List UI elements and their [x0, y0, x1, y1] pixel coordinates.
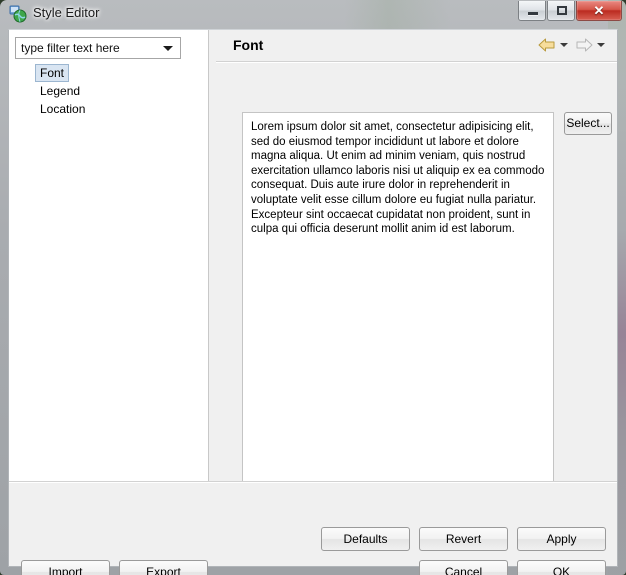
dialog-button-bar: Defaults Revert Apply Cancel OK Import E…	[9, 483, 617, 575]
font-preview-text: Lorem ipsum dolor sit amet, consectetur …	[251, 121, 545, 236]
back-arrow-icon[interactable]	[537, 37, 557, 53]
preference-tree[interactable]: Font Legend Location	[9, 64, 207, 118]
window-title: Style Editor	[33, 5, 100, 20]
select-font-button[interactable]: Select...	[564, 112, 612, 135]
ok-button[interactable]: OK	[517, 560, 606, 575]
tree-item-font[interactable]: Font	[9, 64, 207, 82]
filter-input-text[interactable]: type filter text here	[21, 41, 120, 55]
preference-page-panel: Font Lorem ipsum dolor sit amet, consect…	[216, 30, 617, 493]
filter-combo[interactable]: type filter text here	[15, 37, 181, 59]
minimize-button[interactable]	[518, 1, 546, 21]
back-history-caret-icon[interactable]	[560, 43, 568, 47]
minimize-icon	[528, 12, 538, 15]
close-button[interactable]: ✕	[576, 1, 622, 21]
history-navigation	[537, 37, 609, 53]
font-preview-box: Lorem ipsum dolor sit amet, consectetur …	[242, 112, 554, 493]
tree-item-legend[interactable]: Legend	[9, 82, 207, 100]
page-title: Font	[233, 37, 264, 53]
forward-arrow-icon	[574, 37, 594, 53]
application-window: Style Editor ✕ type filter text here Fon…	[0, 0, 626, 575]
defaults-button[interactable]: Defaults	[321, 527, 410, 551]
cancel-button[interactable]: Cancel	[419, 560, 508, 575]
export-button[interactable]: Export	[119, 560, 208, 575]
globe-icon	[9, 5, 27, 23]
tree-item-location[interactable]: Location	[9, 100, 207, 118]
tree-item-label: Legend	[40, 84, 81, 98]
forward-history-caret-icon[interactable]	[597, 43, 605, 47]
import-button[interactable]: Import	[21, 560, 110, 575]
maximize-icon	[557, 6, 567, 15]
window-controls: ✕	[517, 1, 622, 23]
apply-button[interactable]: Apply	[517, 527, 606, 551]
tree-item-label: Location	[40, 102, 86, 116]
page-header: Font	[216, 30, 617, 61]
title-bar[interactable]: Style Editor ✕	[0, 0, 626, 29]
revert-button[interactable]: Revert	[419, 527, 508, 551]
maximize-button[interactable]	[547, 1, 575, 21]
close-icon: ✕	[593, 3, 605, 18]
dialog-client-area: type filter text here Font Legend Locati…	[8, 29, 618, 575]
chevron-down-icon[interactable]	[163, 46, 173, 51]
tree-item-label: Font	[35, 64, 70, 82]
font-page-body: Lorem ipsum dolor sit amet, consectetur …	[216, 63, 617, 493]
preference-tree-panel: type filter text here Font Legend Locati…	[9, 30, 209, 481]
